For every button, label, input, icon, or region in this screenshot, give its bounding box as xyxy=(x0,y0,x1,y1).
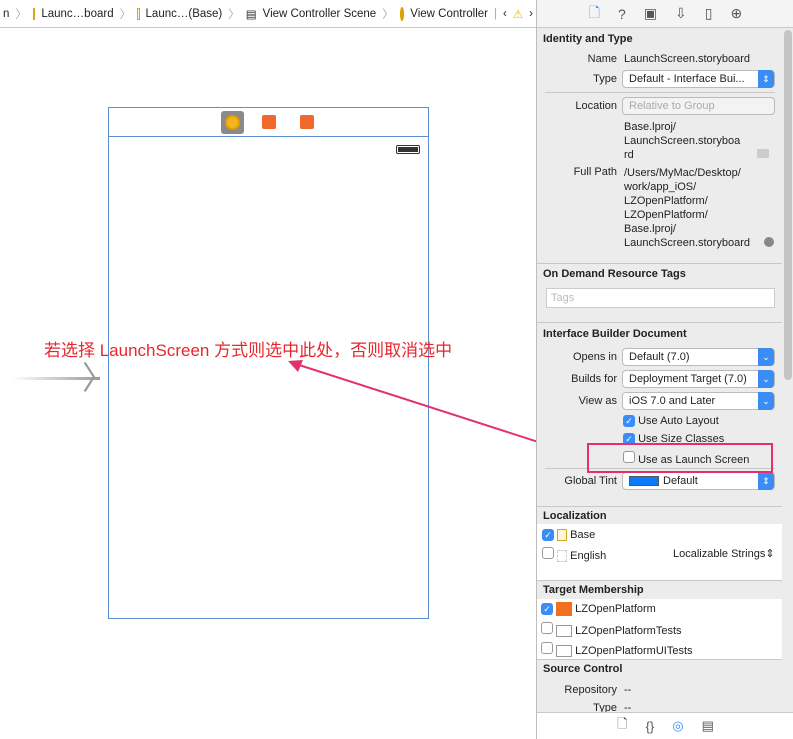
view-as-value: iOS 7.0 and Later xyxy=(629,395,716,407)
target-label: LZOpenPlatform xyxy=(575,602,656,615)
path-line: LaunchScreen.storyboard xyxy=(624,237,750,249)
identity-icon[interactable]: ▣ xyxy=(644,5,657,22)
scrollbar[interactable] xyxy=(784,30,792,380)
location-value: Relative to Group xyxy=(629,100,715,112)
divider xyxy=(537,580,782,581)
target-list: ✓ LZOpenPlatform LZOpenPlatformTests LZO… xyxy=(537,599,782,659)
path-line: /Users/MyMac/Desktop/ xyxy=(624,167,741,179)
chevron-down-icon: ⌄ xyxy=(758,392,774,410)
global-tint-label: Global Tint xyxy=(564,475,617,487)
global-tint-value: Default xyxy=(663,475,698,487)
relative-path: Base.lproj/LaunchScreen.storyboa rd xyxy=(624,120,740,162)
stepper-icon: ⇕ xyxy=(758,70,774,88)
media-library-icon[interactable]: ▤ xyxy=(702,718,714,734)
divider xyxy=(537,263,782,264)
storyboard-icon xyxy=(557,529,568,542)
name-value: LaunchScreen.storyboard xyxy=(624,53,750,65)
global-tint-popup[interactable]: Default ⇕ xyxy=(622,472,775,490)
name-label: Name xyxy=(587,53,617,65)
target-item[interactable]: ✓ LZOpenPlatform xyxy=(541,602,656,616)
chevron-down-icon: ⌄ xyxy=(758,348,774,366)
divider xyxy=(545,92,775,93)
help-icon[interactable]: ? xyxy=(618,6,626,22)
view-as-popup[interactable]: iOS 7.0 and Later ⌄ xyxy=(622,392,775,410)
localization-type: Localizable Strings xyxy=(673,548,766,560)
auto-layout-checkbox[interactable]: ✓ Use Auto Layout xyxy=(623,415,719,427)
checkmark-icon: ✓ xyxy=(541,602,553,615)
view-as-label: View as xyxy=(578,395,617,407)
checkmark-icon: ✓ xyxy=(623,415,635,427)
section-tags-title: On Demand Resource Tags xyxy=(543,268,686,280)
opens-in-label: Opens in xyxy=(572,351,617,363)
path-line: LZOpenPlatform/ xyxy=(624,209,708,221)
attributes-icon[interactable]: ⇩ xyxy=(675,5,687,22)
localization-label: English xyxy=(570,550,607,562)
path-line: LZOpenPlatform/ xyxy=(624,195,708,207)
app-icon xyxy=(556,602,573,616)
library-tabs: 🗋 {} ◎ ▤ xyxy=(537,712,793,739)
file-template-icon[interactable]: 🗋 xyxy=(617,715,627,737)
location-label: Location xyxy=(575,100,617,112)
localization-list: ✓ Base English Localizable Strings⇕ xyxy=(537,524,782,580)
localization-english[interactable]: English xyxy=(542,547,607,563)
highlight-box xyxy=(587,443,773,473)
target-item[interactable]: LZOpenPlatformUITests xyxy=(541,642,693,658)
target-label: LZOpenPlatformUITests xyxy=(575,645,693,657)
folder-icon[interactable] xyxy=(757,149,769,158)
repository-label: Repository xyxy=(564,684,617,696)
opens-in-value: Default (7.0) xyxy=(629,351,690,363)
builds-for-popup[interactable]: Deployment Target (7.0) ⌄ xyxy=(622,370,775,388)
section-ib-title: Interface Builder Document xyxy=(543,328,687,340)
target-label: LZOpenPlatformTests xyxy=(575,625,682,637)
inspector-tabs: 🗋? ▣ ⇩ ▯ ⊕ xyxy=(537,0,793,28)
opens-in-popup[interactable]: Default (7.0) ⌄ xyxy=(622,348,775,366)
auto-layout-label: Use Auto Layout xyxy=(638,415,719,427)
code-snippet-icon[interactable]: {} xyxy=(646,719,655,734)
object-library-icon[interactable]: ◎ xyxy=(672,718,683,734)
divider xyxy=(537,322,782,323)
builds-for-label: Builds for xyxy=(571,373,617,385)
path-line: Base.lproj/ xyxy=(624,223,676,235)
inspector-panel: 🗋? ▣ ⇩ ▯ ⊕ Identity and Type Name LaunchScre… xyxy=(536,0,793,739)
checkbox-empty xyxy=(542,547,554,559)
location-popup[interactable]: Relative to Group xyxy=(622,97,775,115)
connections-icon[interactable]: ⊕ xyxy=(731,5,743,22)
builds-for-value: Deployment Target (7.0) xyxy=(629,373,747,385)
path-line: Base.lproj/ xyxy=(624,121,676,133)
test-bundle-icon xyxy=(556,645,573,658)
path-line: work/app_iOS/ xyxy=(624,181,697,193)
type-popup[interactable]: Default - Interface Bui... ⇕ xyxy=(622,70,775,88)
file-placeholder-icon xyxy=(557,550,568,563)
size-icon[interactable]: ▯ xyxy=(705,5,713,22)
full-path: /Users/MyMac/Desktop/work/app_iOS/LZOpen… xyxy=(624,166,750,250)
section-source-title: Source Control xyxy=(543,663,623,675)
divider xyxy=(537,506,782,507)
divider xyxy=(537,659,782,660)
stepper-icon: ⇕ xyxy=(758,472,774,490)
section-localization-title: Localization xyxy=(543,510,607,522)
tags-input[interactable]: Tags xyxy=(546,288,775,308)
type-value: Default - Interface Bui... xyxy=(629,73,745,85)
repository-value: -- xyxy=(624,684,632,696)
file-inspector-icon[interactable]: 🗋 xyxy=(589,2,600,26)
test-bundle-icon xyxy=(556,625,573,638)
path-line: rd xyxy=(624,149,634,161)
section-target-title: Target Membership xyxy=(543,584,644,596)
checkbox-empty xyxy=(541,622,553,634)
chevron-down-icon: ⌄ xyxy=(758,370,774,388)
target-item[interactable]: LZOpenPlatformTests xyxy=(541,622,682,638)
path-line: LaunchScreen.storyboa xyxy=(624,135,741,147)
localization-label: Base xyxy=(570,529,596,541)
checkbox-empty xyxy=(541,642,553,654)
checkmark-icon: ✓ xyxy=(542,529,554,541)
tint-swatch xyxy=(629,476,659,486)
localization-type-popup[interactable]: Localizable Strings⇕ xyxy=(673,547,775,560)
full-path-label: Full Path xyxy=(573,166,617,178)
type-label: Type xyxy=(593,73,617,85)
localization-base[interactable]: ✓ Base xyxy=(542,529,596,542)
section-identity-title: Identity and Type xyxy=(543,33,633,45)
reveal-arrow-icon[interactable] xyxy=(764,237,774,247)
